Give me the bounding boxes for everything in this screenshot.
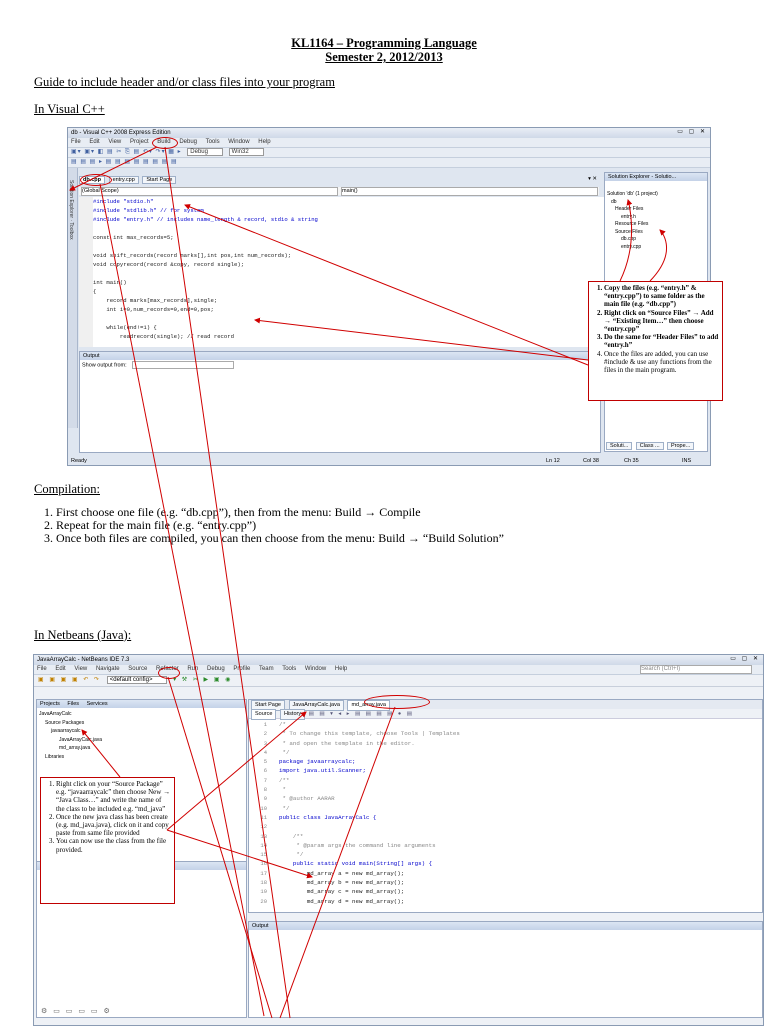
arrow-md-tab-line (279, 706, 396, 1019)
arrow-db-tab (69, 146, 158, 191)
arrow-db-line (99, 183, 265, 1017)
arrow-readrecord (254, 317, 589, 361)
arrow-package (81, 729, 121, 778)
arrow-import (166, 711, 307, 831)
arrow-entry-h (619, 199, 633, 282)
arrow-include (184, 204, 589, 366)
arrow-md-array-use (166, 829, 313, 879)
annotation-arrows (69, 146, 668, 1019)
arrow-build-line (164, 146, 291, 1019)
arrow-source-files (649, 229, 668, 282)
